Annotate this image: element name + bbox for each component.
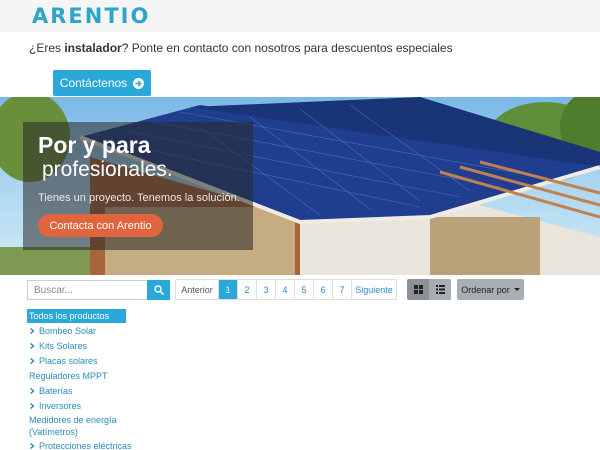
category-solar-panels[interactable]: Placas solares bbox=[27, 353, 137, 368]
promo-prefix: ¿Eres bbox=[29, 41, 65, 55]
category-label: Placas solares bbox=[39, 355, 98, 366]
hero-subtitle: Tienes un proyecto. Tenemos la solución. bbox=[38, 192, 240, 204]
category-label: Bombeo Solar bbox=[39, 325, 97, 336]
pagination: Anterior 1 2 3 4 5 6 7 Siguiente bbox=[175, 279, 397, 300]
hero-overlay-panel: Por y para profesionales. Tienes un proy… bbox=[23, 122, 253, 250]
promo-suffix: ? Ponte en contacto con nosotros para de… bbox=[121, 41, 453, 55]
contact-arentio-button[interactable]: Contacta con Arentio bbox=[38, 214, 163, 237]
top-bar: ARENTIO bbox=[0, 0, 600, 32]
category-mppt-regulators[interactable]: Reguladores MPPT bbox=[27, 368, 137, 383]
pagination-next[interactable]: Siguiente bbox=[352, 280, 396, 299]
category-label: Protecciones eléctricas bbox=[39, 440, 132, 450]
category-label: Todos los productos bbox=[29, 311, 110, 321]
category-solar-kits[interactable]: Kits Solares bbox=[27, 338, 137, 353]
contact-button-label: Contáctenos bbox=[59, 76, 128, 90]
category-electrical-protections[interactable]: Protecciones eléctricas bbox=[27, 438, 137, 450]
sort-label: Ordenar por bbox=[461, 284, 510, 295]
pagination-page-7[interactable]: 7 bbox=[333, 280, 352, 299]
hero-banner: Por y para profesionales. Tienes un proy… bbox=[0, 97, 600, 275]
sort-dropdown[interactable]: Ordenar por bbox=[457, 279, 524, 300]
pagination-previous[interactable]: Anterior bbox=[176, 280, 219, 299]
pagination-page-4[interactable]: 4 bbox=[276, 280, 295, 299]
category-list: Todos los productos Bombeo Solar Kits So… bbox=[27, 309, 137, 450]
circle-arrow-right-icon bbox=[133, 77, 145, 89]
logo[interactable]: ARENTIO bbox=[32, 4, 150, 28]
chevron-right-icon bbox=[30, 342, 35, 349]
category-label: Kits Solares bbox=[39, 340, 88, 351]
category-batteries[interactable]: Baterías bbox=[27, 383, 137, 398]
pagination-page-6[interactable]: 6 bbox=[314, 280, 333, 299]
chevron-right-icon bbox=[30, 387, 35, 394]
contact-button[interactable]: Contáctenos bbox=[53, 70, 151, 96]
search-icon bbox=[153, 285, 164, 295]
category-label: Baterías bbox=[39, 385, 73, 396]
grid-view-button[interactable] bbox=[407, 279, 429, 300]
pagination-page-1[interactable]: 1 bbox=[219, 280, 238, 299]
category-label: Inversores bbox=[39, 400, 82, 411]
chevron-right-icon bbox=[30, 357, 35, 364]
search-button[interactable] bbox=[147, 280, 170, 300]
list-view-icon bbox=[435, 285, 445, 294]
grid-view-icon bbox=[413, 285, 423, 294]
category-label: Reguladores MPPT bbox=[29, 370, 108, 381]
hero-title-second-line: profesionales. bbox=[42, 158, 173, 181]
category-energy-meters[interactable]: Medidores de energía (Vatímetros) bbox=[27, 413, 137, 438]
chevron-right-icon bbox=[30, 327, 35, 334]
search-input[interactable] bbox=[27, 280, 147, 300]
pagination-page-3[interactable]: 3 bbox=[257, 280, 276, 299]
category-solar-pumping[interactable]: Bombeo Solar bbox=[27, 323, 137, 338]
chevron-right-icon bbox=[30, 442, 35, 449]
chevron-right-icon bbox=[30, 402, 35, 409]
category-label: Medidores de energía (Vatímetros) bbox=[29, 415, 117, 437]
caret-down-icon bbox=[513, 288, 520, 291]
pagination-page-5[interactable]: 5 bbox=[295, 280, 314, 299]
installer-promo: ¿Eres instalador? Ponte en contacto con … bbox=[29, 41, 453, 55]
list-view-button[interactable] bbox=[429, 279, 451, 300]
category-inverters[interactable]: Inversores bbox=[27, 398, 137, 413]
hero-title: Por y para bbox=[38, 132, 151, 158]
pagination-page-2[interactable]: 2 bbox=[238, 280, 257, 299]
category-all-products[interactable]: Todos los productos bbox=[27, 309, 126, 323]
promo-bold: instalador bbox=[64, 41, 122, 55]
